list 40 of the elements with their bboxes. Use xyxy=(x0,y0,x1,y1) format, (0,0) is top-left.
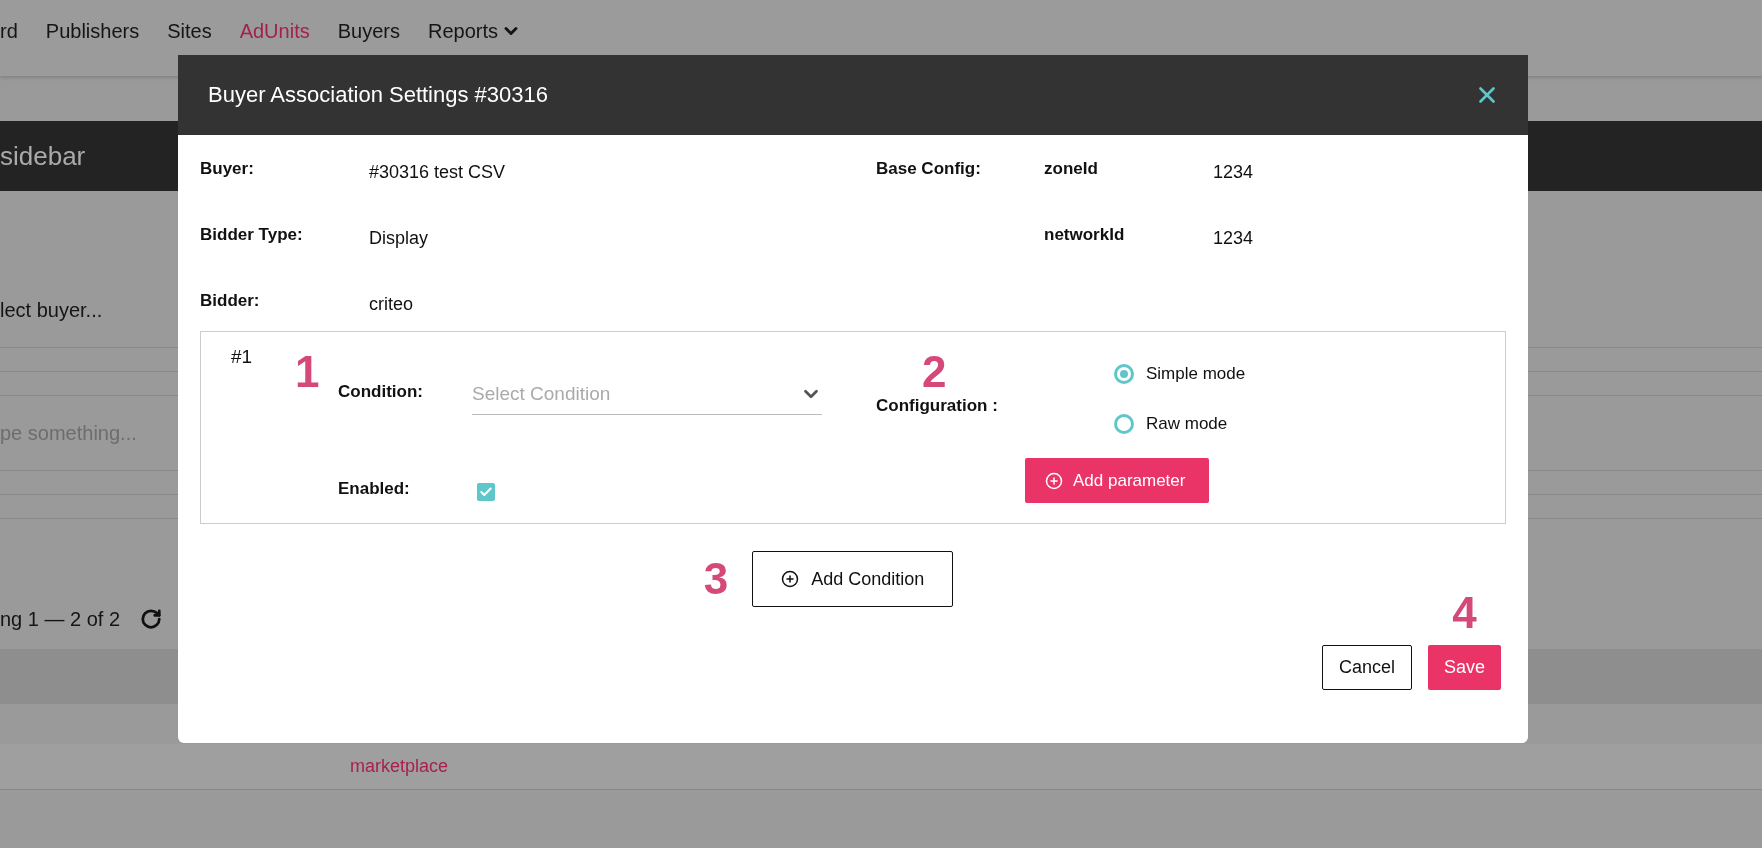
field-label: Base Config: xyxy=(876,159,982,179)
step-marker: 4 xyxy=(1452,591,1477,635)
radio-label: Simple mode xyxy=(1146,364,1246,384)
plus-circle-icon xyxy=(1045,471,1063,490)
field-label: Bidder: xyxy=(200,291,261,311)
field-value: #30316 test CSV xyxy=(369,161,506,183)
pagination-text: ng 1 — 2 of 2 xyxy=(0,607,121,631)
param-name: zoneId xyxy=(1044,159,1099,179)
field-value: Display xyxy=(369,227,429,249)
step-marker: 2 xyxy=(922,350,947,394)
nav-link[interactable]: Reports xyxy=(427,19,521,43)
modal-title: Buyer Association Settings #30316 xyxy=(208,82,548,108)
page-title: sidebar xyxy=(0,140,86,172)
add-parameter-button[interactable]: Add parameter xyxy=(1025,458,1210,503)
param-name: networkId xyxy=(1044,225,1126,245)
check-icon xyxy=(479,485,493,499)
nav-link[interactable]: Sites xyxy=(167,19,212,43)
field-label: Bidder Type: xyxy=(200,225,304,245)
field-value: criteo xyxy=(369,293,413,315)
step-marker: 3 xyxy=(703,557,729,601)
configuration-label: Configuration : xyxy=(876,396,998,416)
param-value: 1234 xyxy=(1213,227,1254,249)
param-value: 1234 xyxy=(1213,161,1254,183)
condition-label: Condition: xyxy=(338,381,424,402)
step-marker: 1 xyxy=(295,346,321,398)
nav-link[interactable]: Buyers xyxy=(337,19,400,43)
mode-radio[interactable]: Simple mode xyxy=(1114,364,1505,384)
add-condition-button[interactable]: Add Condition xyxy=(752,551,954,607)
cancel-button[interactable]: Cancel xyxy=(1321,645,1412,690)
field-label: Buyer: xyxy=(200,159,255,179)
mode-radio[interactable]: Raw mode xyxy=(1114,414,1505,434)
enabled-checkbox[interactable] xyxy=(477,483,495,501)
plus-circle-icon xyxy=(781,570,800,588)
condition-number: #1 xyxy=(230,346,254,368)
enabled-label: Enabled: xyxy=(338,479,411,499)
nav-link[interactable]: Publishers xyxy=(45,19,140,43)
radio-label: Raw mode xyxy=(1146,414,1228,434)
save-button[interactable]: Save xyxy=(1427,645,1501,690)
refresh-icon[interactable] xyxy=(140,608,163,630)
nav-link[interactable]: rd xyxy=(0,19,18,43)
